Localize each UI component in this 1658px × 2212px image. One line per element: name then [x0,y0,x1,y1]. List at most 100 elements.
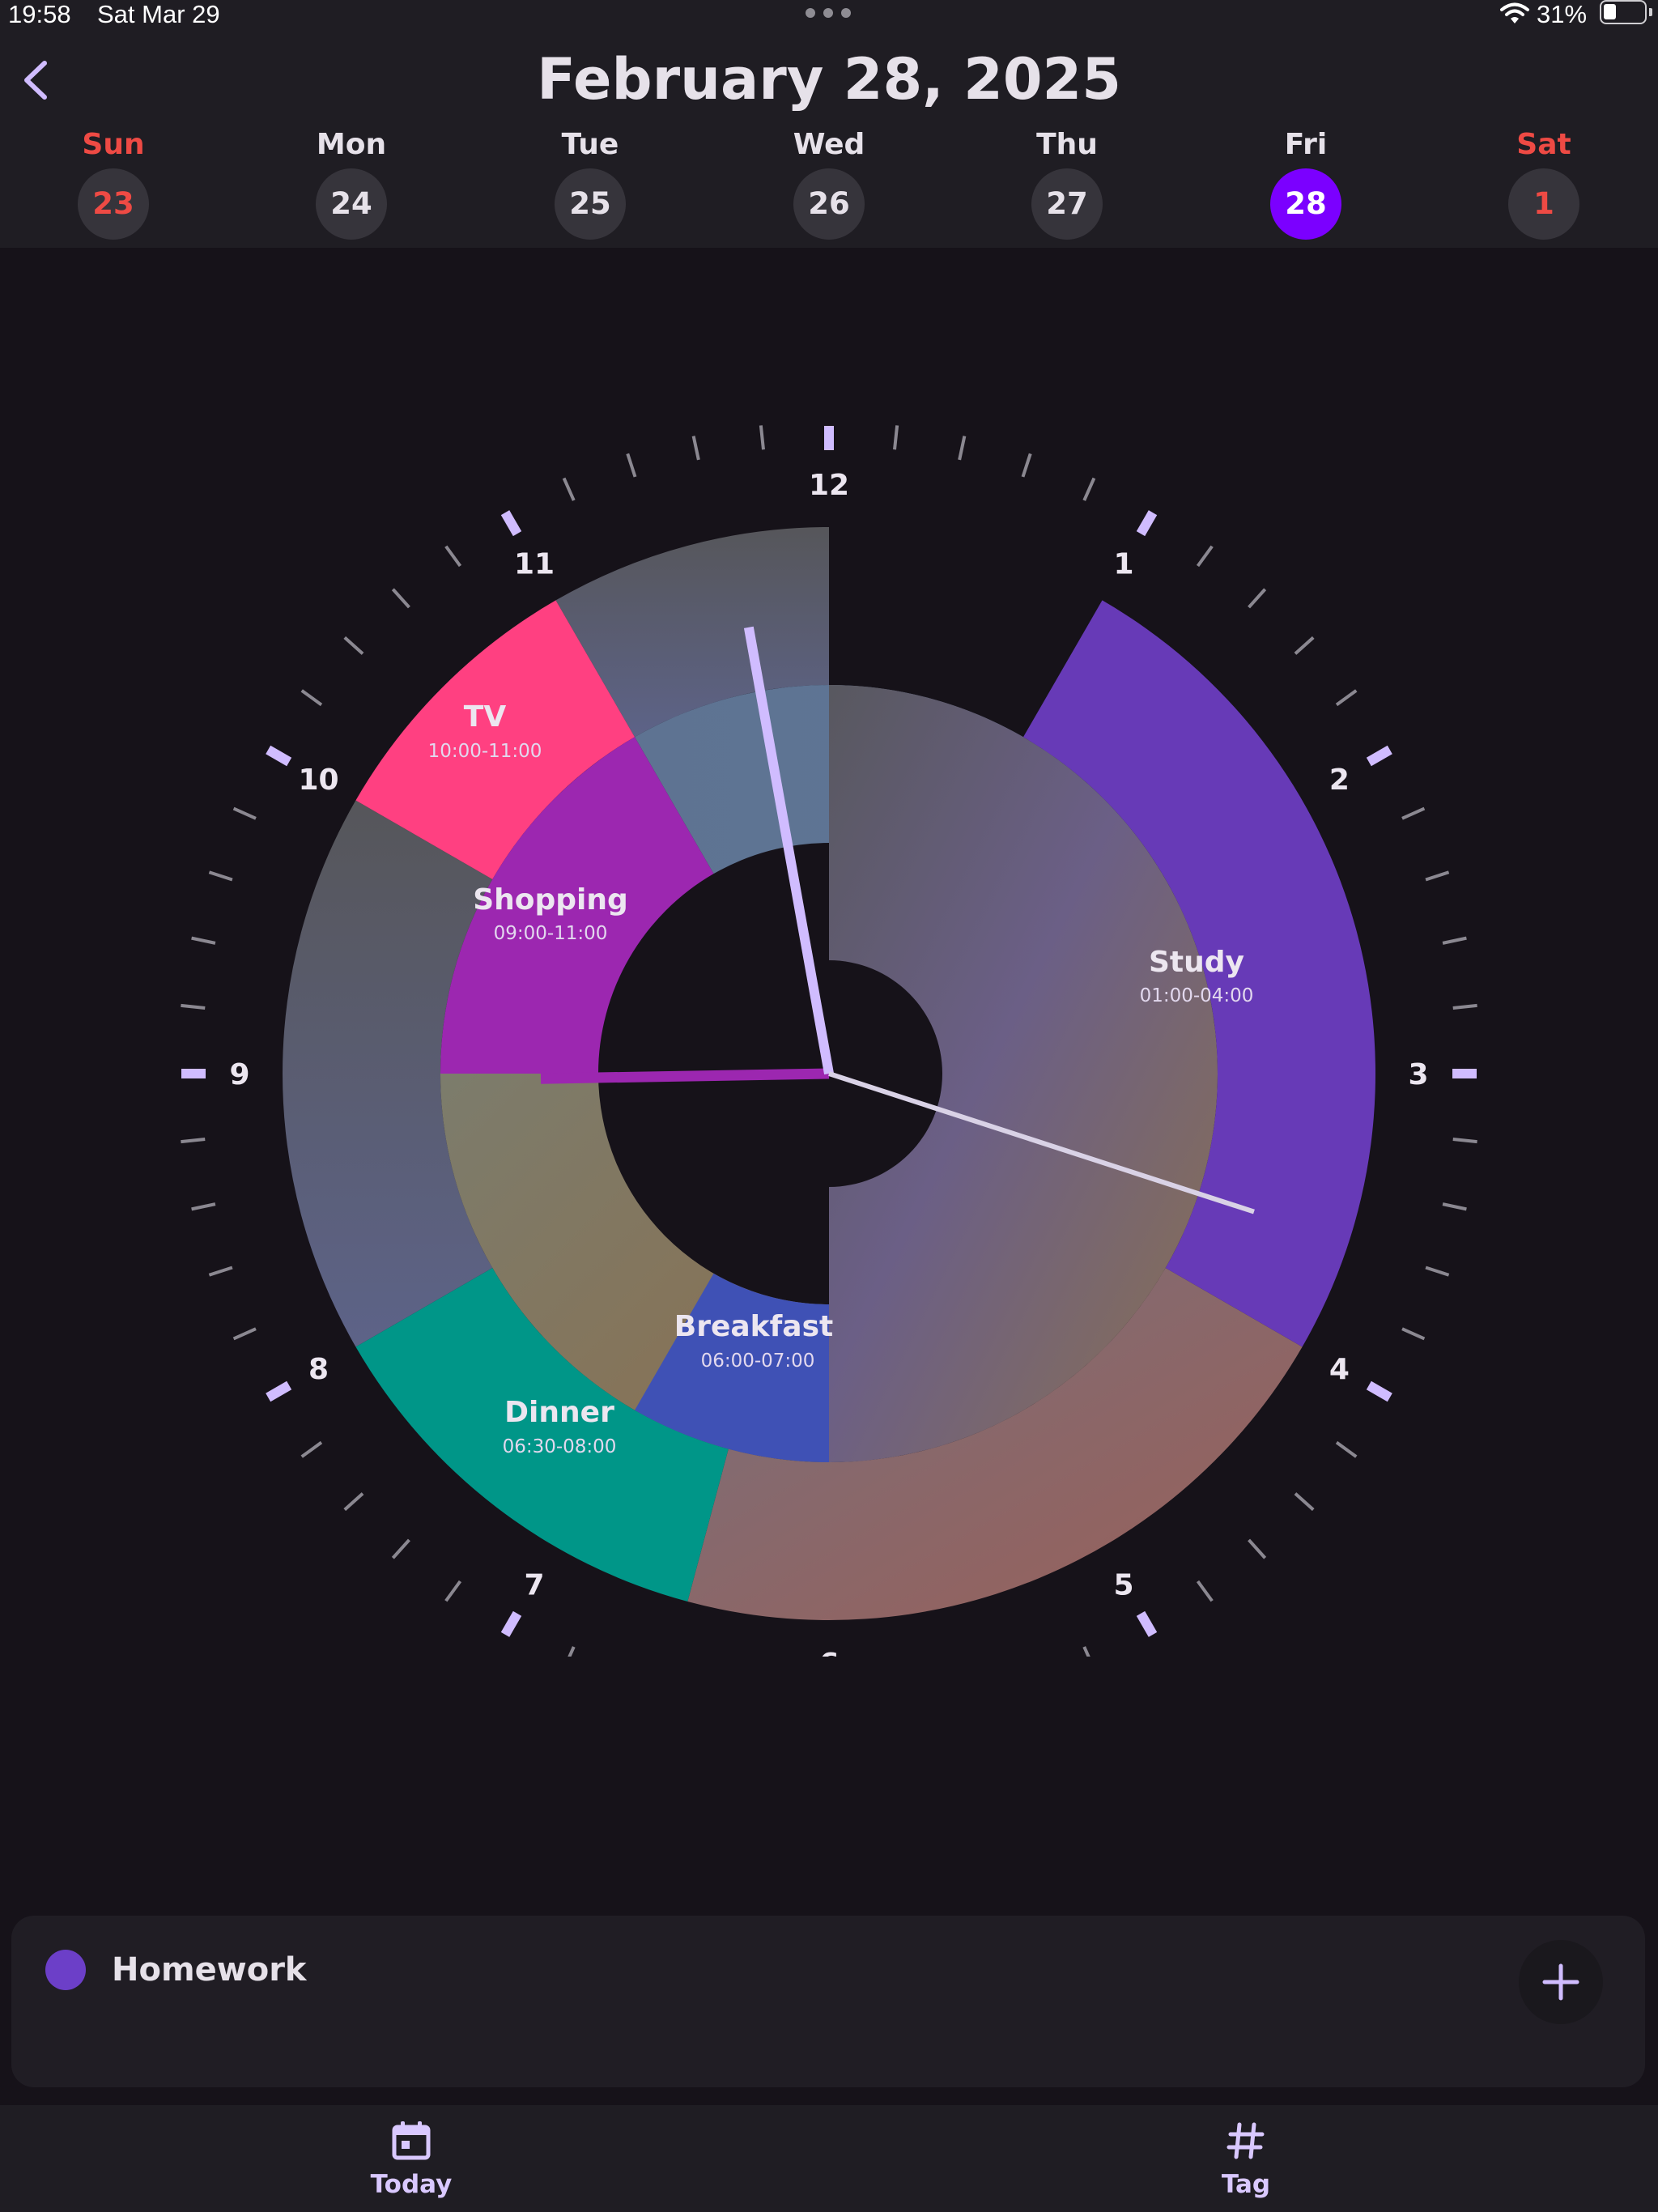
day-name: Sun [82,128,145,161]
clock-number: 5 [1113,1568,1133,1602]
minor-tick [181,1138,206,1144]
event-title-shopping: Shopping [473,883,628,917]
major-tick [1136,1610,1158,1637]
multitasking-dots-icon[interactable] [806,8,854,19]
calendar-today-icon [392,2121,431,2160]
major-tick [500,510,522,537]
minor-tick [191,1202,216,1211]
major-tick [266,1380,292,1402]
minor-tick [1442,1202,1467,1211]
major-tick [1136,510,1158,537]
minor-tick [232,806,257,820]
major-tick [1366,1380,1392,1402]
event-title-study: Study [1149,946,1244,979]
day-sun[interactable]: Sun 23 [65,126,162,240]
add-button[interactable] [1519,1940,1603,2024]
day-mon[interactable]: Mon 24 [303,126,400,240]
day-date-circle: 28 [1270,168,1341,240]
minor-tick [958,436,967,461]
battery-icon [1600,0,1652,24]
bottom-navigation: Today Tag [0,2105,1658,2212]
clock-number: 4 [1329,1353,1350,1386]
day-date-circle: 24 [316,168,387,240]
nav-tag-label: Tag [1221,2170,1271,2199]
nav-tag[interactable]: Tag [1165,2120,1327,2199]
major-tick [266,745,292,767]
day-date-circle: 27 [1031,168,1103,240]
day-name: Thu [1036,128,1098,161]
day-tue[interactable]: Tue 25 [542,126,639,240]
minor-tick [444,1580,462,1602]
hour-hand [540,1068,830,1084]
minor-tick [1401,1327,1426,1341]
tag-color-dot [45,1950,86,1990]
event-time-study: 01:00-04:00 [1140,985,1254,1006]
minor-tick [1021,453,1032,478]
clock-number: 9 [229,1058,249,1091]
clock-number: 6 [818,1648,839,1657]
minor-tick [1425,1266,1450,1277]
clock-number: 2 [1329,764,1350,797]
minor-tick [562,477,576,501]
day-date-circle: 25 [555,168,626,240]
page-title: February 28, 2025 [537,46,1121,113]
minor-tick [893,425,899,450]
minor-tick [1335,1440,1358,1458]
minor-tick [1452,1003,1477,1010]
event-time-shopping: 09:00-11:00 [494,923,608,944]
minor-tick [391,1538,410,1559]
minor-tick [1082,1646,1090,1657]
day-date-circle: 1 [1508,168,1579,240]
minor-tick [1335,689,1358,707]
nav-today[interactable]: Today [330,2120,492,2199]
clock-number: 8 [308,1353,329,1386]
day-fri[interactable]: Fri 28 [1257,126,1354,240]
day-name: Mon [316,128,387,161]
clock-number: 12 [809,469,849,502]
day-thu[interactable]: Thu 27 [1018,126,1116,240]
minor-tick [1294,636,1315,655]
status-bar: 19:58 Sat Mar 29 31% [0,0,1658,32]
minor-tick [343,1492,364,1512]
event-title-dinner: Dinner [504,1396,614,1429]
day-date-circle: 23 [78,168,149,240]
clock-number: 3 [1408,1058,1428,1091]
minor-tick [1425,870,1450,882]
minor-tick [208,1266,233,1277]
minor-tick [626,453,637,478]
minor-tick [1442,936,1467,945]
day-date-circle: 26 [793,168,865,240]
clock-number: 11 [514,548,555,581]
minor-tick [343,636,364,655]
minor-tick [1401,806,1426,820]
minor-tick [444,545,462,568]
clock-dial[interactable]: 121234567891011 TV 10:00-11:00 Shopping … [0,248,1658,1657]
minor-tick [759,425,765,450]
minor-tick [181,1003,206,1010]
event-time-tv: 10:00-11:00 [428,741,542,762]
event-time-breakfast: 06:00-07:00 [701,1351,815,1372]
battery-percent: 31% [1537,0,1588,28]
minor-tick [1294,1492,1315,1512]
minor-tick [1248,588,1267,609]
day-name: Tue [561,128,619,161]
event-title-tv: TV [464,700,507,734]
day-sat[interactable]: Sat 1 [1495,126,1592,240]
minor-tick [191,936,216,945]
minor-tick [1248,1538,1267,1559]
day-name: Wed [793,128,865,161]
status-time: 19:58 [8,0,71,28]
clock-number: 1 [1113,548,1133,581]
day-name: Fri [1284,128,1328,161]
minor-tick [300,689,323,707]
day-name: Sat [1516,128,1571,161]
major-tick [1366,745,1392,767]
minor-tick [568,1646,576,1657]
minor-tick [1196,1580,1214,1602]
tag-label: Homework [112,1951,307,1989]
day-wed[interactable]: Wed 26 [780,126,878,240]
tag-card[interactable]: Homework [11,1916,1645,2087]
minor-tick [208,870,233,882]
clock-number: 10 [298,764,338,797]
minor-tick [1082,477,1096,501]
